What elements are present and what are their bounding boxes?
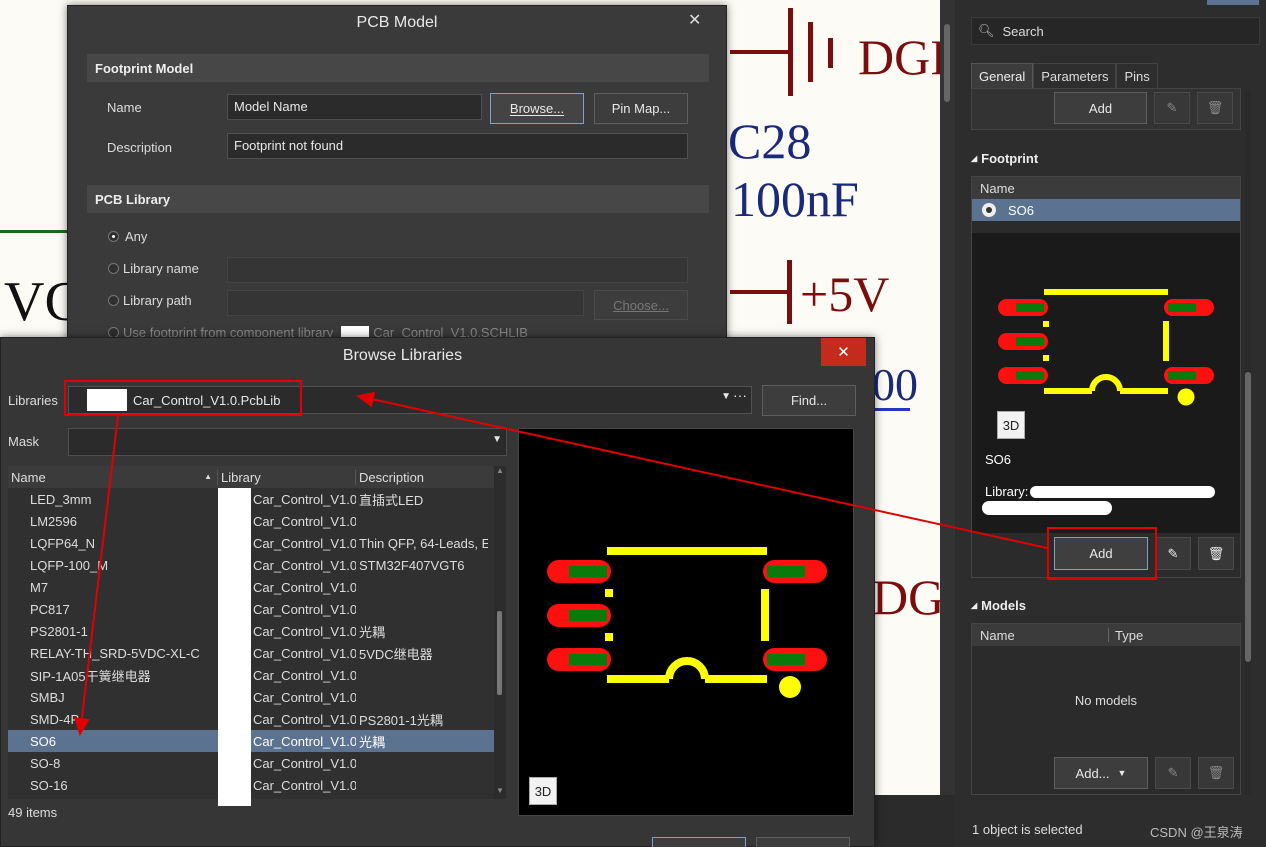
annotation-arrows xyxy=(73,391,1048,736)
